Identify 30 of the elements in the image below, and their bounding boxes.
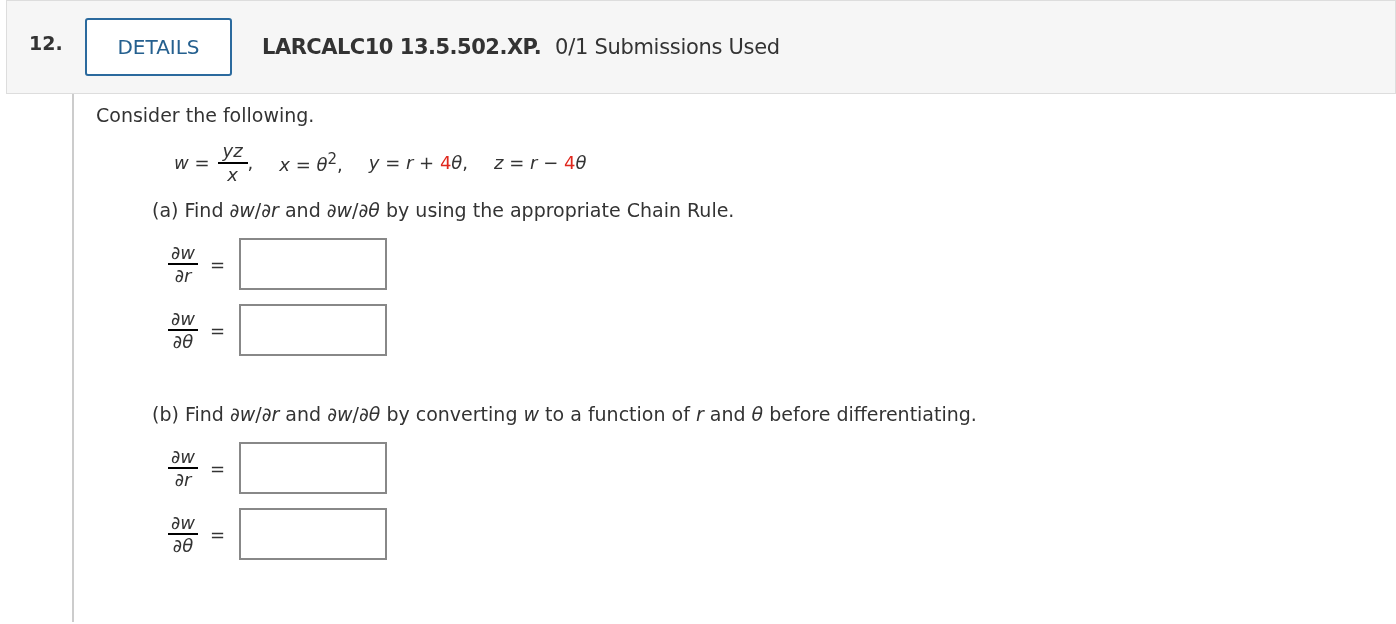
comma-text: , xyxy=(247,152,254,174)
equation-text: w = xyxy=(174,152,210,174)
equals-sign: = xyxy=(210,523,226,545)
question-prompt: (a) Find ∂w/∂r and ∂w/∂θ by using the appropriate Chain Rule. xyxy=(152,199,736,222)
fraction-numerator: ∂w xyxy=(168,307,198,332)
fraction-numerator: ∂w xyxy=(168,445,198,470)
answer-field[interactable] xyxy=(239,442,388,495)
submissions-count: 0/1 Submissions Used xyxy=(555,35,780,59)
fraction-numerator: yz xyxy=(217,140,248,164)
equals-sign: = xyxy=(210,457,226,479)
question-prompt: (b) Find ∂w/∂r and ∂w/∂θ by converting w to a function of r and θ before differentiating. xyxy=(152,403,978,426)
equation-text: z = r − 4θ xyxy=(494,152,587,174)
details-button[interactable]: DETAILS xyxy=(85,18,232,76)
equation-text: y = r + 4θ, xyxy=(368,152,469,174)
equals-sign: = xyxy=(210,253,226,275)
equation-text: x = θ$^{2}$, xyxy=(279,150,343,176)
equals-sign: = xyxy=(210,319,226,341)
fraction-numerator: ∂w xyxy=(168,511,198,536)
intro-text: Consider the following. xyxy=(96,104,316,126)
fraction-denominator: ∂θ xyxy=(172,331,194,353)
answer-field[interactable] xyxy=(239,238,388,291)
fraction-denominator: ∂r xyxy=(174,469,192,491)
fraction-denominator: x xyxy=(227,163,238,186)
fraction-denominator: ∂θ xyxy=(172,535,194,557)
question-number: 12. xyxy=(29,32,64,54)
problem-id: LARCALC10 13.5.502.XP. xyxy=(262,35,542,59)
fraction-numerator: ∂w xyxy=(168,241,198,266)
answer-field[interactable] xyxy=(239,304,388,357)
answer-field[interactable] xyxy=(239,508,388,561)
fraction-denominator: ∂r xyxy=(174,265,192,287)
